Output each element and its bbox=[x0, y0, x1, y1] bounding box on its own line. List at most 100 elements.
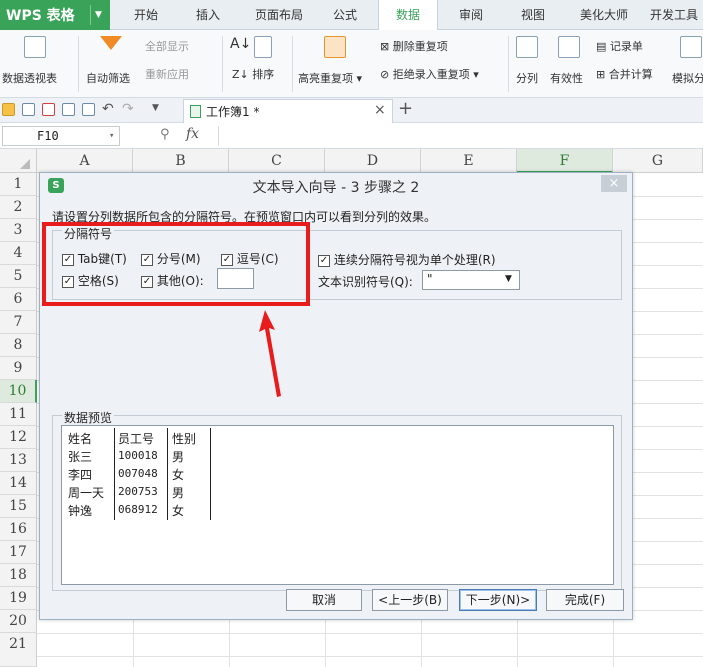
reject-duplicates-button[interactable]: ⊘ 拒绝录入重复项 ▾ bbox=[380, 66, 479, 82]
open-folder-icon[interactable] bbox=[2, 103, 15, 116]
tab-insert[interactable]: 插入 bbox=[180, 0, 236, 30]
back-button[interactable]: <上一步(B) bbox=[372, 589, 448, 611]
new-tab-icon[interactable]: + bbox=[398, 98, 413, 119]
row-header[interactable]: 3 bbox=[0, 219, 37, 242]
simulate-label: 模拟分 bbox=[672, 72, 703, 85]
show-all-button[interactable]: 全部显示 bbox=[145, 38, 189, 54]
pivot-table-button[interactable]: 数据透视表 bbox=[2, 34, 72, 94]
simulate-icon bbox=[680, 36, 702, 58]
record-form-button[interactable]: ▤ 记录单 bbox=[596, 38, 643, 54]
row-header[interactable]: 18 bbox=[0, 564, 37, 587]
row-header[interactable]: 13 bbox=[0, 449, 37, 472]
column-header-a[interactable]: A bbox=[37, 149, 133, 173]
split-column-label: 分列 bbox=[516, 72, 538, 85]
row-header[interactable]: 17 bbox=[0, 541, 37, 564]
spreadsheet-icon bbox=[190, 105, 201, 118]
row-header[interactable]: 12 bbox=[0, 426, 37, 449]
consecutive-delimiter-checkbox[interactable]: ✓ 连续分隔符号视为单个处理(R) bbox=[318, 251, 496, 268]
highlight-annotation-box bbox=[42, 222, 310, 306]
tab-review[interactable]: 审阅 bbox=[444, 0, 498, 30]
row-header[interactable]: 9 bbox=[0, 357, 37, 380]
column-header-g[interactable]: G bbox=[613, 149, 703, 173]
customize-chevron-icon[interactable]: ▼ bbox=[152, 103, 159, 113]
close-tab-icon[interactable]: × bbox=[374, 102, 386, 118]
redo-icon[interactable]: ↷ bbox=[122, 101, 134, 117]
undo-icon[interactable]: ↶ bbox=[102, 101, 114, 117]
autofilter-button[interactable]: 自动筛选 bbox=[84, 34, 142, 94]
function-icon[interactable]: fx bbox=[186, 126, 199, 142]
print-preview-icon[interactable] bbox=[82, 103, 95, 116]
tab-formula[interactable]: 公式 bbox=[318, 0, 372, 30]
row-header[interactable]: 16 bbox=[0, 518, 37, 541]
tab-beautify[interactable]: 美化大师 bbox=[566, 0, 642, 30]
reapply-button[interactable]: 重新应用 bbox=[145, 66, 189, 82]
chevron-down-icon[interactable]: ▾ bbox=[109, 127, 114, 145]
grid-line bbox=[37, 633, 703, 634]
row-header[interactable]: 1 bbox=[0, 173, 37, 196]
row-header[interactable]: 21 bbox=[0, 633, 37, 667]
preview-cell: 女 bbox=[172, 468, 185, 482]
simulate-button[interactable]: 模拟分 bbox=[672, 34, 703, 94]
formula-input[interactable] bbox=[218, 126, 700, 146]
menu-bar: WPS 表格 ▼ 开始 插入 页面布局 公式 数据 审阅 视图 美化大师 开发工… bbox=[0, 0, 703, 31]
tab-data[interactable]: 数据 bbox=[378, 0, 438, 31]
next-button[interactable]: 下一步(N)> bbox=[459, 589, 537, 611]
row-header[interactable]: 6 bbox=[0, 288, 37, 311]
remove-duplicates-button[interactable]: ⊠ 删除重复项 bbox=[380, 38, 448, 54]
document-tab[interactable]: 工作簿1 * × bbox=[183, 99, 393, 123]
ribbon-separator bbox=[508, 36, 509, 92]
preview-cell: 200753 bbox=[118, 485, 158, 498]
validity-button[interactable]: 有效性 bbox=[548, 34, 592, 94]
column-header-d[interactable]: D bbox=[325, 149, 421, 173]
save-icon[interactable] bbox=[22, 103, 35, 116]
column-header-c[interactable]: C bbox=[229, 149, 325, 173]
row-header[interactable]: 8 bbox=[0, 334, 37, 357]
row-header[interactable]: 4 bbox=[0, 242, 37, 265]
sort-label: 排序 bbox=[252, 68, 275, 81]
name-box[interactable]: F10 ▾ bbox=[2, 126, 120, 146]
chevron-down-icon[interactable]: ▼ bbox=[90, 5, 106, 25]
row-header[interactable]: 20 bbox=[0, 610, 37, 633]
tab-home[interactable]: 开始 bbox=[118, 0, 174, 30]
app-menu-button[interactable]: WPS 表格 ▼ bbox=[0, 0, 110, 30]
finish-button[interactable]: 完成(F) bbox=[546, 589, 624, 611]
tab-page-layout[interactable]: 页面布局 bbox=[244, 0, 314, 30]
export-pdf-icon[interactable] bbox=[42, 103, 55, 116]
chevron-down-icon[interactable]: ▼ bbox=[505, 274, 512, 284]
split-column-button[interactable]: 分列 bbox=[512, 34, 544, 94]
merge-calc-button[interactable]: ⊞ 合并计算 bbox=[596, 66, 653, 82]
row-header[interactable]: 7 bbox=[0, 311, 37, 334]
zoom-search-icon[interactable]: ⚲ bbox=[160, 127, 170, 142]
column-header-e[interactable]: E bbox=[421, 149, 517, 173]
grid-line bbox=[37, 656, 703, 657]
row-header[interactable]: 5 bbox=[0, 265, 37, 288]
select-all-corner[interactable] bbox=[0, 149, 37, 173]
row-header[interactable]: 11 bbox=[0, 403, 37, 426]
validity-label: 有效性 bbox=[550, 72, 583, 85]
preview-cell: 李四 bbox=[68, 468, 93, 482]
row-header[interactable]: 15 bbox=[0, 495, 37, 518]
sort-ascending-icon[interactable]: A↓ bbox=[230, 36, 251, 52]
tab-developer[interactable]: 开发工具 bbox=[645, 0, 703, 30]
column-header-b[interactable]: B bbox=[133, 149, 229, 173]
split-column-icon bbox=[516, 36, 538, 58]
print-icon[interactable] bbox=[62, 103, 75, 116]
row-header-selected[interactable]: 10 bbox=[0, 380, 37, 403]
column-header-f[interactable]: F bbox=[517, 149, 613, 173]
pivot-table-label: 数据透视表 bbox=[2, 72, 57, 85]
sort-descending-icon[interactable] bbox=[254, 36, 272, 58]
highlight-duplicates-button[interactable]: 高亮重复项 ▾ bbox=[296, 34, 374, 94]
cancel-button[interactable]: 取消 bbox=[286, 589, 362, 611]
app-name: WPS 表格 bbox=[6, 8, 75, 24]
row-header[interactable]: 19 bbox=[0, 587, 37, 610]
dialog-title-bar[interactable]: S 文本导入向导 - 3 步骤之 2 × bbox=[40, 173, 632, 199]
text-qualifier-select[interactable]: " ▼ bbox=[422, 270, 520, 290]
checkbox-checked-icon[interactable]: ✓ bbox=[318, 254, 330, 267]
data-preview-box[interactable]: 姓名 员工号 性别 张三 100018 男 李四 007048 女 周一天 20… bbox=[61, 425, 614, 585]
close-icon[interactable]: × bbox=[601, 175, 627, 192]
document-title: 工作簿1 * bbox=[206, 105, 260, 119]
sort-button[interactable]: Z↓ 排序 bbox=[232, 66, 274, 82]
row-header[interactable]: 14 bbox=[0, 472, 37, 495]
row-header[interactable]: 2 bbox=[0, 196, 37, 219]
tab-view[interactable]: 视图 bbox=[506, 0, 560, 30]
